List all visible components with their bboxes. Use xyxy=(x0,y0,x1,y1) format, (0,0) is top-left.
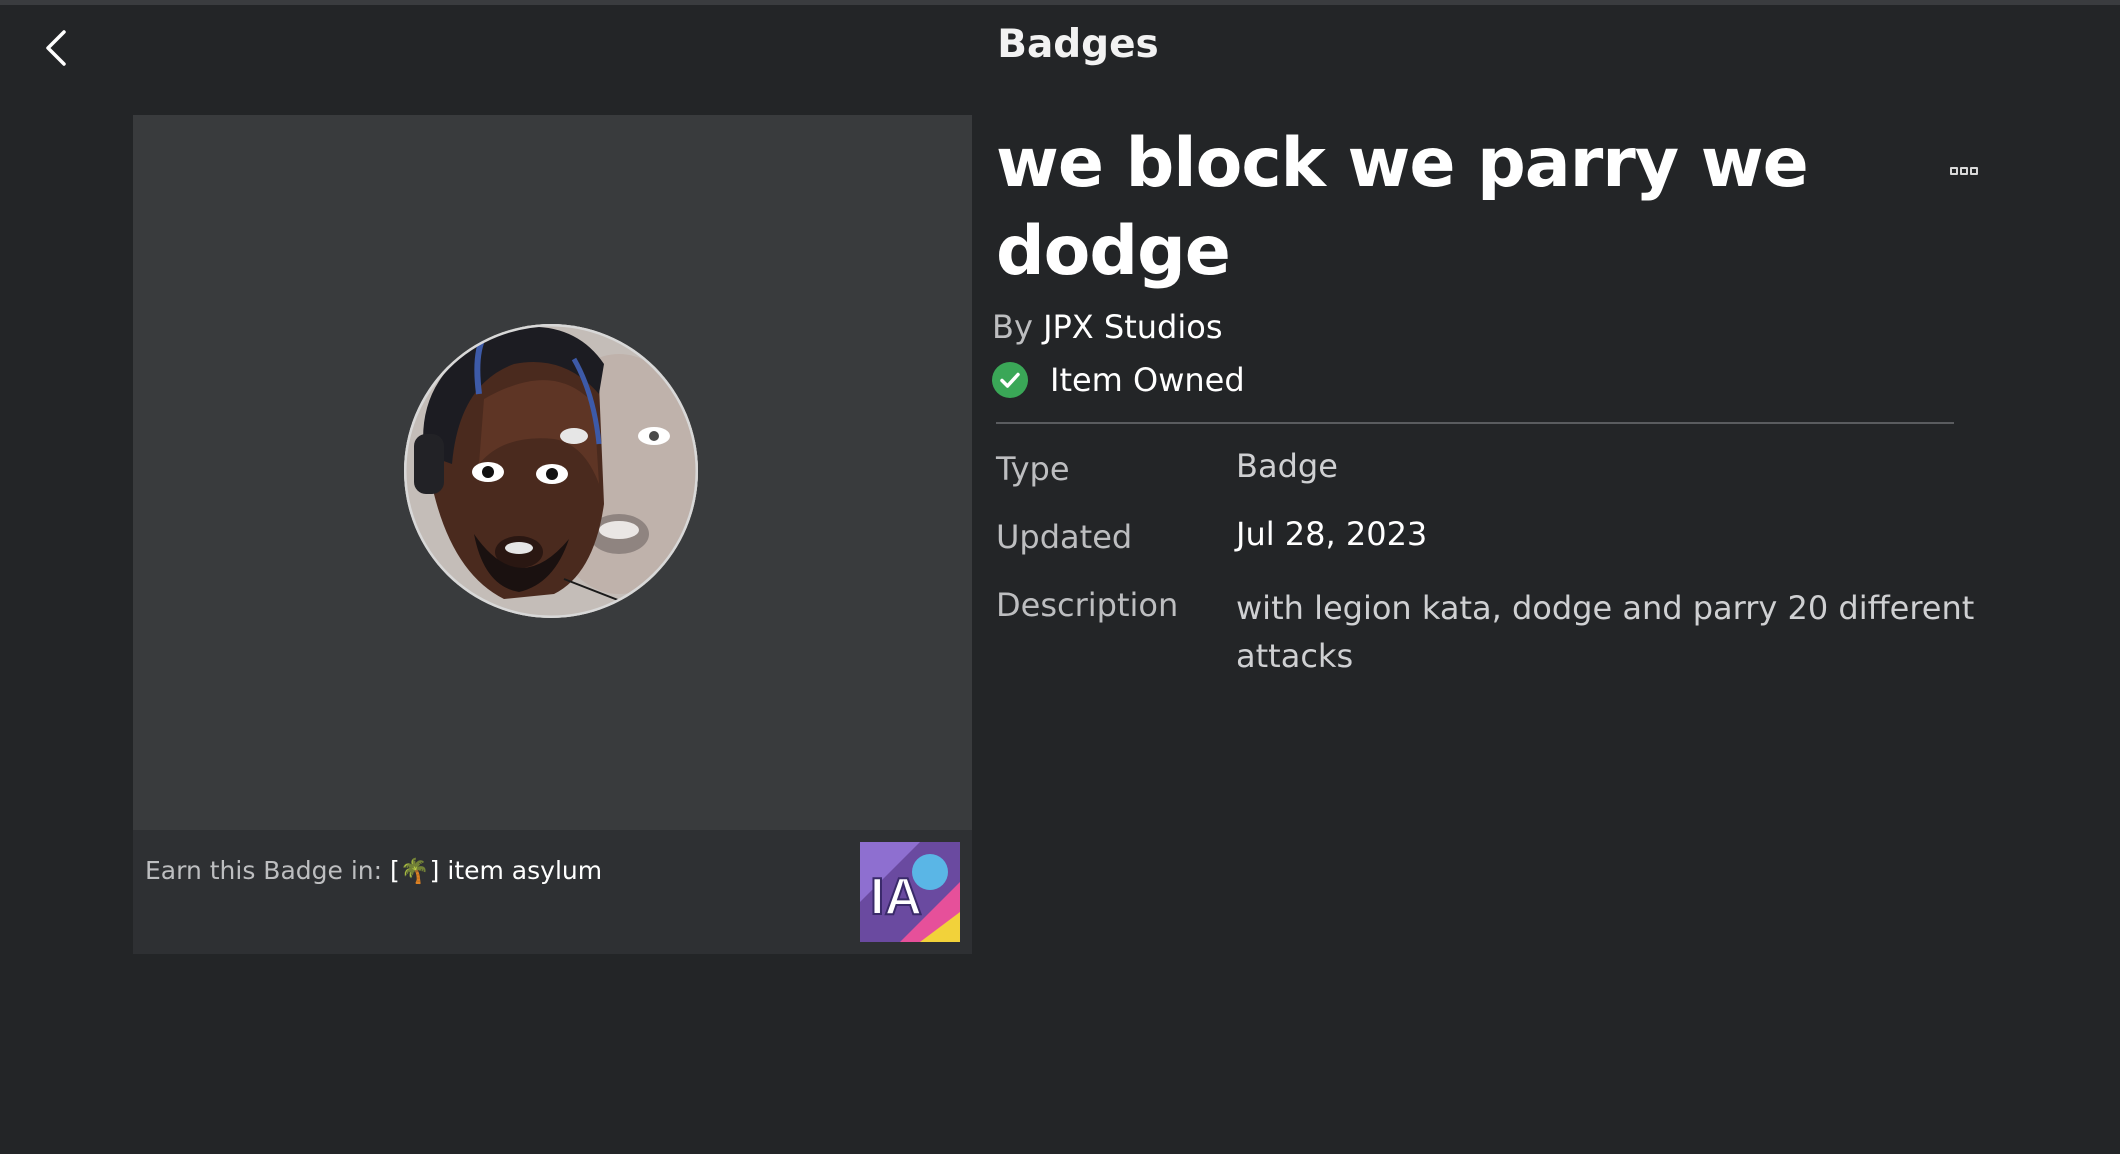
more-options-icon-dot xyxy=(1970,167,1978,175)
more-options-icon xyxy=(1950,167,1958,175)
palm-tree-icon: 🌴 xyxy=(399,857,430,885)
owned-status: Item Owned xyxy=(992,360,1245,400)
updated-label: Updated xyxy=(996,518,1133,556)
creator-line: By JPX Studios xyxy=(992,308,1222,346)
top-border xyxy=(0,0,2120,5)
updated-value: Jul 28, 2023 xyxy=(1236,515,1428,553)
description-value: with legion kata, dodge and parry 20 dif… xyxy=(1236,589,1975,675)
earn-badge-bar: Earn this Badge in: [🌴] item asylum IA xyxy=(133,830,972,954)
type-value: Badge xyxy=(1236,447,1338,485)
divider xyxy=(996,422,1954,424)
description-label: Description xyxy=(996,586,1179,624)
game-thumbnail-text: IA xyxy=(870,868,922,926)
game-name: ] item asylum xyxy=(429,856,603,885)
game-link[interactable]: [🌴] item asylum xyxy=(390,856,602,885)
page-title: Badges xyxy=(997,22,1159,67)
by-prefix: By xyxy=(992,308,1033,346)
item-title: we block we parry we dodge xyxy=(996,124,1809,291)
earn-text: Earn this Badge in: [🌴] item asylum xyxy=(145,856,602,885)
check-circle-icon xyxy=(992,362,1028,398)
owned-label: Item Owned xyxy=(1050,361,1245,399)
creator-link[interactable]: JPX Studios xyxy=(1043,308,1222,346)
earn-prefix: Earn this Badge in: xyxy=(145,856,391,885)
game-bracket-open: [ xyxy=(390,856,400,885)
badge-card: Earn this Badge in: [🌴] item asylum IA xyxy=(133,115,972,954)
game-thumbnail[interactable]: IA xyxy=(860,842,960,942)
more-options-icon-dot xyxy=(1960,167,1968,175)
more-options-button[interactable] xyxy=(1950,160,1990,176)
type-label: Type xyxy=(996,450,1070,488)
badge-image-area xyxy=(133,115,972,830)
badge-image xyxy=(404,324,698,618)
